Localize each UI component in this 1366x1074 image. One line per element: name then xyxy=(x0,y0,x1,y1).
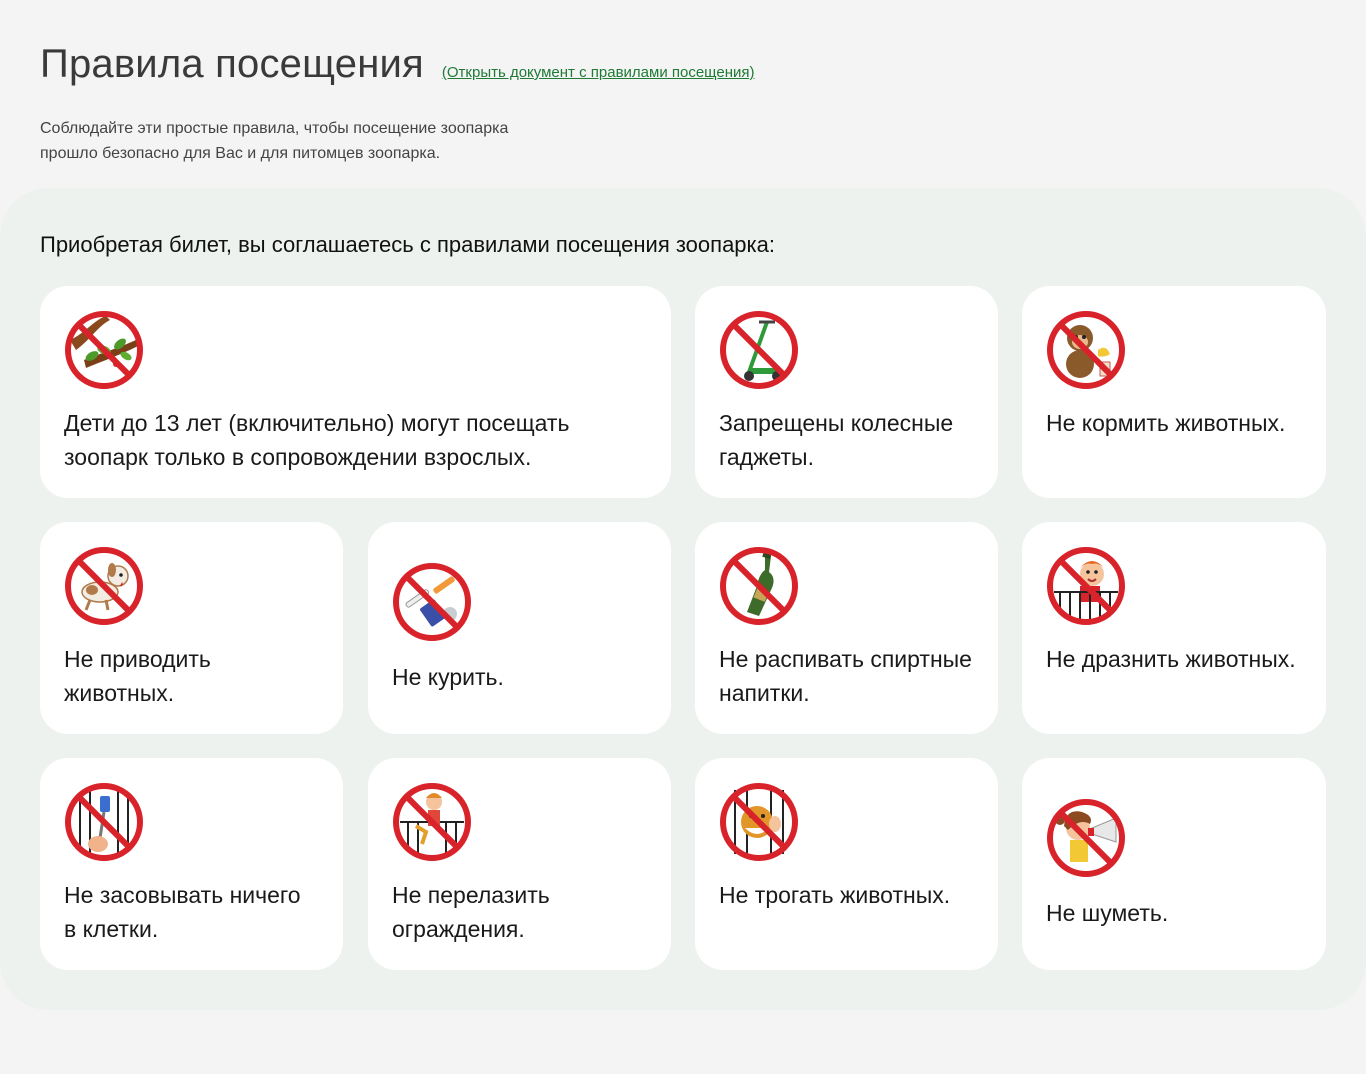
intro-line: прошло безопасно для Вас и для питомцев … xyxy=(40,145,441,162)
no-scooter-icon xyxy=(720,311,798,389)
rule-text: Не распивать спиртные напитки. xyxy=(719,646,972,706)
rule-text: Запрещены колесные гаджеты. xyxy=(719,410,954,470)
rule-card-no-touching: Не трогать животных. xyxy=(695,758,998,970)
no-alcohol-bottle-icon xyxy=(720,547,798,625)
rule-text: Не кормить животных. xyxy=(1046,410,1286,436)
no-objects-in-cage-icon xyxy=(65,783,143,861)
no-climbing-trees-icon xyxy=(65,311,143,389)
open-rules-document-link[interactable]: (Открыть документ с правилами посещения) xyxy=(442,64,755,81)
rule-text: Дети до 13 лет (включительно) могут посе… xyxy=(64,410,570,470)
rule-text: Не трогать животных. xyxy=(719,882,951,908)
rule-card-no-noise: Не шуметь. xyxy=(1022,758,1326,970)
rule-card-no-pets: Не приводить животных. xyxy=(40,522,343,734)
no-fence-climbing-icon xyxy=(393,783,471,861)
rule-card-children: Дети до 13 лет (включительно) могут посе… xyxy=(40,286,671,498)
intro-line: Соблюдайте эти простые правила, чтобы по… xyxy=(40,120,509,137)
no-teasing-animals-icon xyxy=(1047,547,1125,625)
no-touching-animals-icon xyxy=(720,783,798,861)
rule-card-no-teasing: Не дразнить животных. xyxy=(1022,522,1326,734)
page-header: Правила посещения (Открыть документ с пр… xyxy=(40,42,754,87)
rule-card-no-feeding: Не кормить животных. xyxy=(1022,286,1326,498)
rule-text: Не дразнить животных. xyxy=(1046,646,1296,672)
rule-card-wheeled-gadgets: Запрещены колесные гаджеты. xyxy=(695,286,998,498)
rule-card-no-fence-climbing: Не перелазить ограждения. xyxy=(368,758,671,970)
rule-card-no-alcohol: Не распивать спиртные напитки. xyxy=(695,522,998,734)
no-noise-megaphone-icon xyxy=(1047,799,1125,877)
rule-text: Не приводить животных. xyxy=(64,646,211,706)
rule-text: Не шуметь. xyxy=(1046,900,1169,926)
no-feeding-monkey-icon xyxy=(1047,311,1125,389)
rule-text: Не курить. xyxy=(392,664,504,690)
rules-heading: Приобретая билет, вы соглашаетесь с прав… xyxy=(40,232,775,257)
no-pets-dog-icon xyxy=(65,547,143,625)
rule-card-no-smoking: Не курить. xyxy=(368,522,671,734)
rule-card-no-objects-in-cage: Не засовывать ничего в клетки. xyxy=(40,758,343,970)
rule-text: Не засовывать ничего в клетки. xyxy=(64,882,301,942)
no-smoking-icon xyxy=(393,563,471,641)
rule-text: Не перелазить ограждения. xyxy=(392,882,550,942)
intro-text: Соблюдайте эти простые правила, чтобы по… xyxy=(40,116,660,166)
page-title: Правила посещения xyxy=(40,42,424,86)
